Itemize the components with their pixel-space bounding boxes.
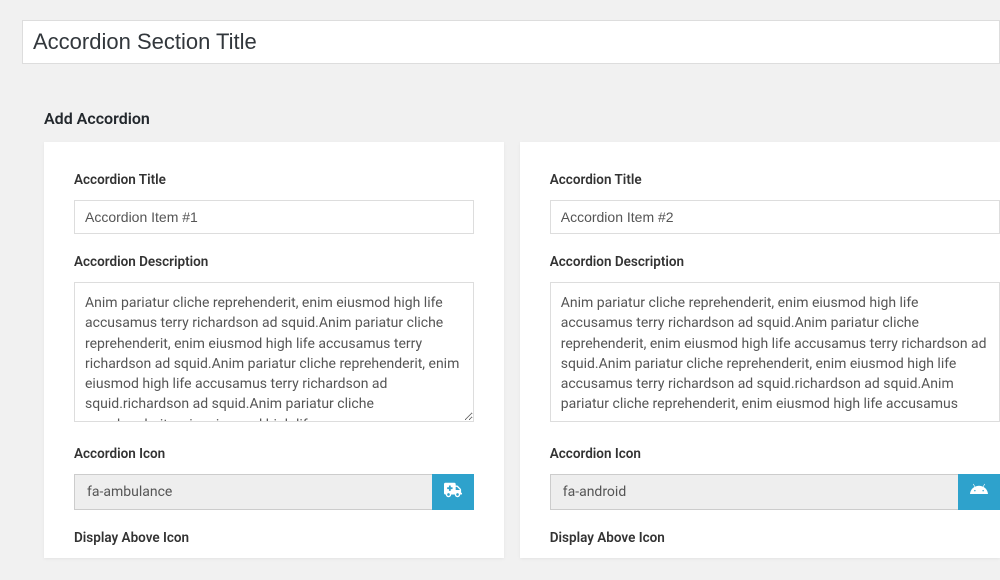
android-icon — [970, 481, 988, 503]
accordion-description-textarea[interactable] — [74, 282, 474, 422]
accordion-card: Accordion Title Accordion Description Ac… — [520, 142, 1000, 558]
accordion-icon-label: Accordion Icon — [74, 446, 474, 462]
section-title-wrapper — [0, 20, 1000, 64]
display-above-icon-label: Display Above Icon — [550, 530, 1000, 546]
section-title-input[interactable] — [22, 20, 1000, 64]
accordion-description-label: Accordion Description — [74, 254, 474, 270]
accordion-cards-row: Accordion Title Accordion Description Ac… — [0, 142, 1000, 558]
accordion-title-input[interactable] — [74, 200, 474, 234]
ambulance-icon — [444, 481, 462, 503]
icon-picker-value: fa-ambulance — [74, 474, 432, 510]
accordion-card: Accordion Title Accordion Description Ac… — [44, 142, 504, 558]
accordion-title-input[interactable] — [550, 200, 1000, 234]
icon-picker-value: fa-android — [550, 474, 958, 510]
icon-picker-button[interactable] — [432, 474, 474, 510]
icon-picker: fa-ambulance — [74, 474, 474, 510]
accordion-description-label: Accordion Description — [550, 254, 1000, 270]
accordion-icon-label: Accordion Icon — [550, 446, 1000, 462]
add-accordion-heading: Add Accordion — [0, 64, 1000, 142]
accordion-title-label: Accordion Title — [74, 172, 474, 188]
icon-picker: fa-android — [550, 474, 1000, 510]
display-above-icon-label: Display Above Icon — [74, 530, 474, 546]
accordion-title-label: Accordion Title — [550, 172, 1000, 188]
accordion-description-textarea[interactable] — [550, 282, 1000, 422]
icon-picker-button[interactable] — [958, 474, 1000, 510]
